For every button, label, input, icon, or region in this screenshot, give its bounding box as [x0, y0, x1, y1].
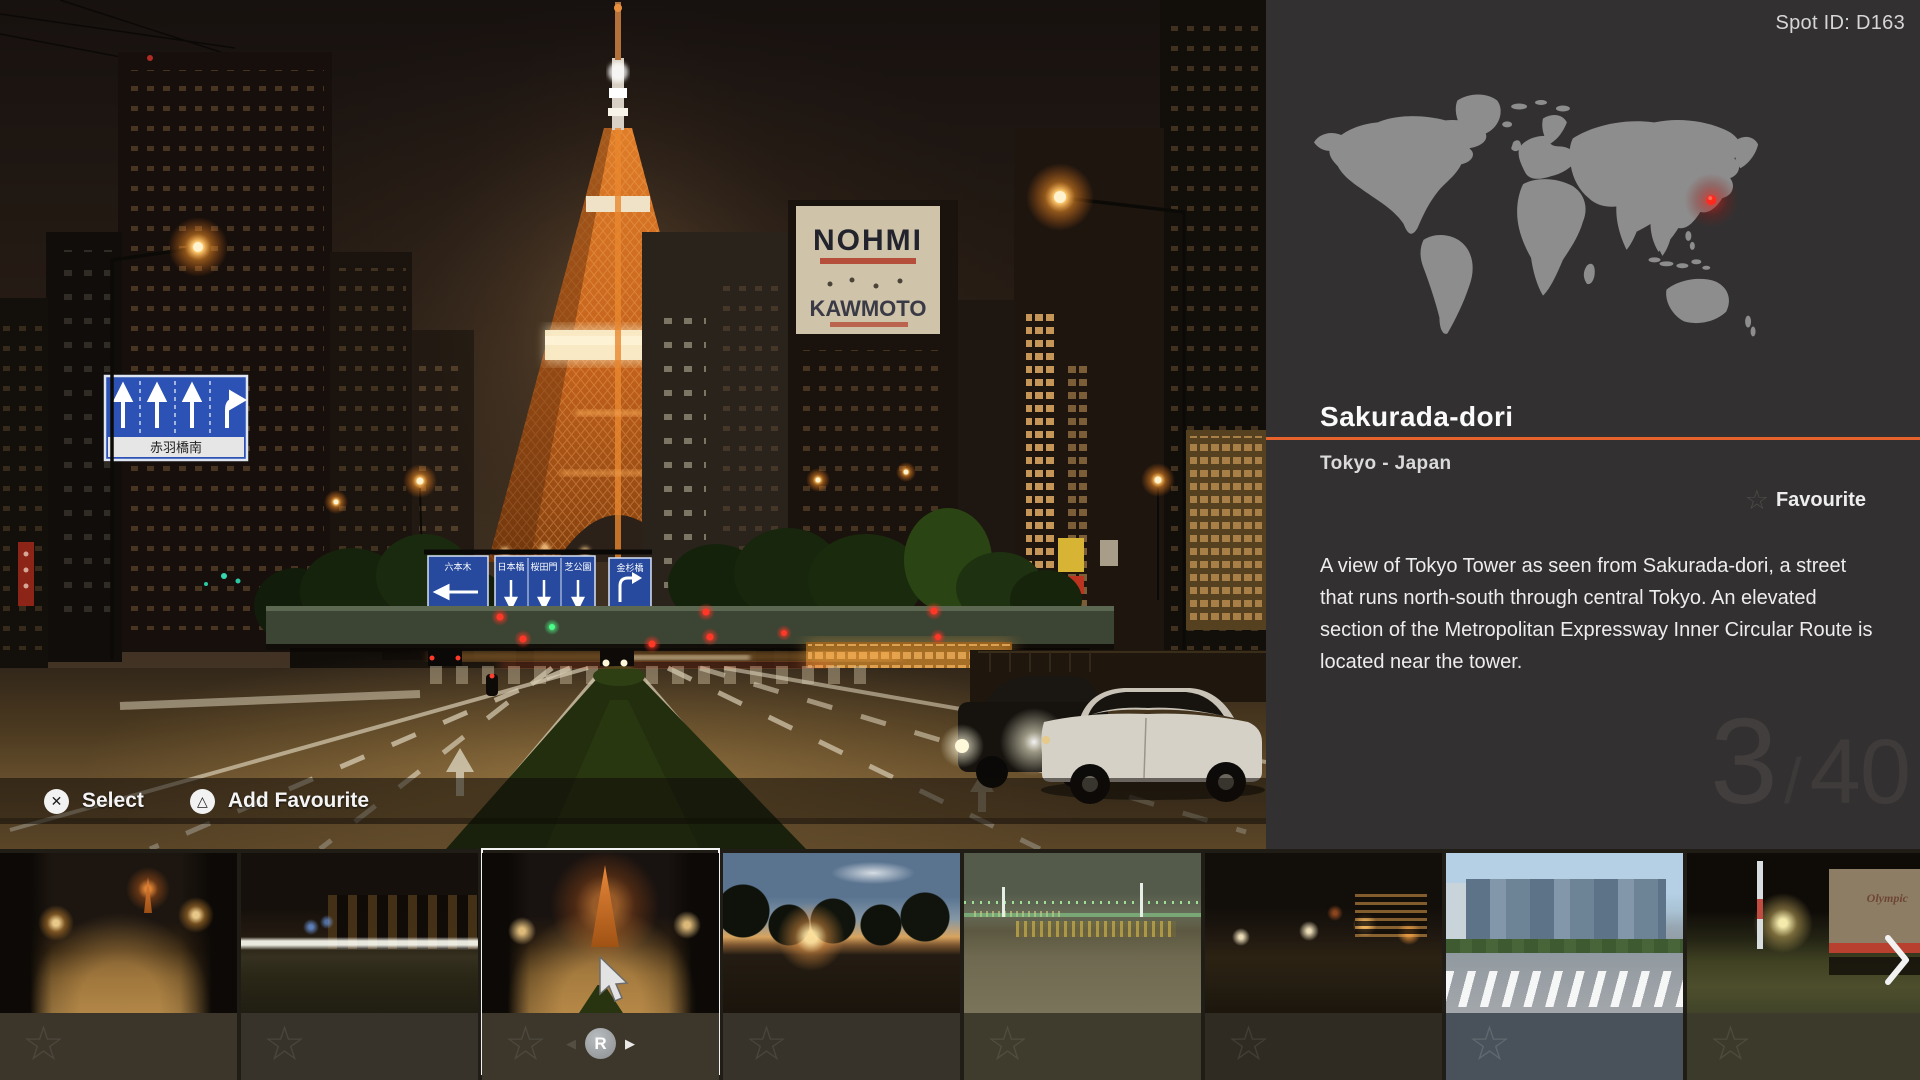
lane-sign-text: 赤羽橋南: [150, 440, 202, 455]
svg-text:芝公園: 芝公園: [564, 561, 591, 572]
spot-counter: 3 / 40: [1710, 700, 1910, 822]
spot-description: A view of Tokyo Tower as seen from Sakur…: [1320, 550, 1882, 678]
favourite-star-icon: ☆: [1468, 1015, 1511, 1075]
star-outline-icon: ☆: [1745, 487, 1769, 514]
billboard-bottom-text: KAWMOTO: [810, 296, 927, 321]
gantry-signs: 六本木 日本橋 桜田門 芝公園 金杉橋: [428, 556, 651, 614]
thumbnail-2[interactable]: ☆: [241, 849, 478, 1080]
spot-location: Tokyo - Japan: [1320, 453, 1452, 475]
scapes-screen: 赤羽橋南 NOHMI KAWMOTO: [0, 0, 1920, 1080]
control-hint-bar: ✕ Select △ Add Favourite: [0, 778, 1266, 824]
counter-separator: /: [1776, 749, 1810, 813]
favourite-star-icon: ☆: [22, 1015, 65, 1075]
filmstrip: ☆☆☆◀R▶☆☆☆☆Olympic☆: [0, 849, 1920, 1080]
cross-button-icon[interactable]: ✕: [44, 789, 69, 814]
lane-guidance-sign: 赤羽橋南: [105, 376, 247, 460]
accent-divider: [1266, 437, 1920, 440]
favourite-label: Favourite: [1776, 489, 1866, 512]
world-map: [1312, 84, 1770, 356]
thumbnail-image-2[interactable]: [241, 853, 478, 1013]
thumbnail-1[interactable]: ☆: [0, 849, 237, 1080]
add-favourite-label[interactable]: Add Favourite: [228, 789, 369, 813]
thumbnail-image-7[interactable]: [1446, 853, 1683, 1013]
thumbnail-image-4[interactable]: [723, 853, 960, 1013]
thumbnail-6[interactable]: ☆: [1205, 849, 1442, 1080]
svg-text:六本木: 六本木: [444, 561, 471, 572]
olympic-sign-text: Olympic: [1867, 891, 1908, 906]
billboard-top-text: NOHMI: [813, 224, 923, 257]
favourite-star-icon: ☆: [263, 1015, 306, 1075]
thumbnail-strip: ☆: [1205, 1013, 1442, 1080]
thumbnail-7[interactable]: ☆: [1446, 849, 1683, 1080]
select-label[interactable]: Select: [82, 789, 144, 813]
next-page-chevron[interactable]: [1884, 934, 1910, 986]
r-button-icon[interactable]: R: [585, 1028, 616, 1059]
spot-info-panel: Spot ID: D163: [1266, 0, 1920, 849]
nohmi-billboard: NOHMI KAWMOTO: [796, 206, 940, 334]
thumbnail-strip: ☆: [1446, 1013, 1683, 1080]
thumbnail-image-5[interactable]: [964, 853, 1201, 1013]
svg-text:日本橋: 日本橋: [497, 561, 524, 572]
favourite-star-icon: ☆: [986, 1015, 1029, 1075]
r-stick-hint[interactable]: ◀ R ▶: [482, 1013, 719, 1073]
counter-total: 40: [1810, 726, 1910, 818]
tokyo-tower-night-scene: 赤羽橋南 NOHMI KAWMOTO: [0, 0, 1266, 849]
main-photo: 赤羽橋南 NOHMI KAWMOTO: [0, 0, 1266, 849]
next-arrow-icon[interactable]: ▶: [625, 1037, 635, 1050]
favourite-status: ☆ Favourite: [1745, 487, 1866, 514]
thumbnail-4[interactable]: ☆: [723, 849, 960, 1080]
thumbnail-strip: ☆: [0, 1013, 237, 1080]
thumbnail-image-1[interactable]: [0, 853, 237, 1013]
favourite-star-icon: ☆: [745, 1015, 788, 1075]
triangle-button-icon[interactable]: △: [190, 789, 215, 814]
spot-id: Spot ID: D163: [1775, 12, 1905, 35]
favourite-star-icon: ☆: [1709, 1015, 1752, 1075]
svg-text:桜田門: 桜田門: [530, 561, 557, 572]
thumbnail-strip: ☆: [964, 1013, 1201, 1080]
thumbnail-image-6[interactable]: [1205, 853, 1442, 1013]
thumbnail-strip: ☆: [1687, 1013, 1920, 1080]
thumbnail-strip: ☆: [723, 1013, 960, 1080]
thumbnail-strip: ☆: [241, 1013, 478, 1080]
svg-text:金杉橋: 金杉橋: [616, 562, 643, 573]
thumbnail-5[interactable]: ☆: [964, 849, 1201, 1080]
prev-arrow-icon[interactable]: ◀: [566, 1037, 576, 1050]
mouse-cursor-icon: [598, 956, 632, 1004]
thumbnail-strip: ☆◀R▶: [482, 1013, 719, 1080]
thumbnail-image-8[interactable]: Olympic: [1687, 853, 1920, 1013]
counter-current: 3: [1710, 700, 1776, 822]
spot-title: Sakurada-dori: [1320, 401, 1513, 433]
favourite-star-icon: ☆: [1227, 1015, 1270, 1075]
